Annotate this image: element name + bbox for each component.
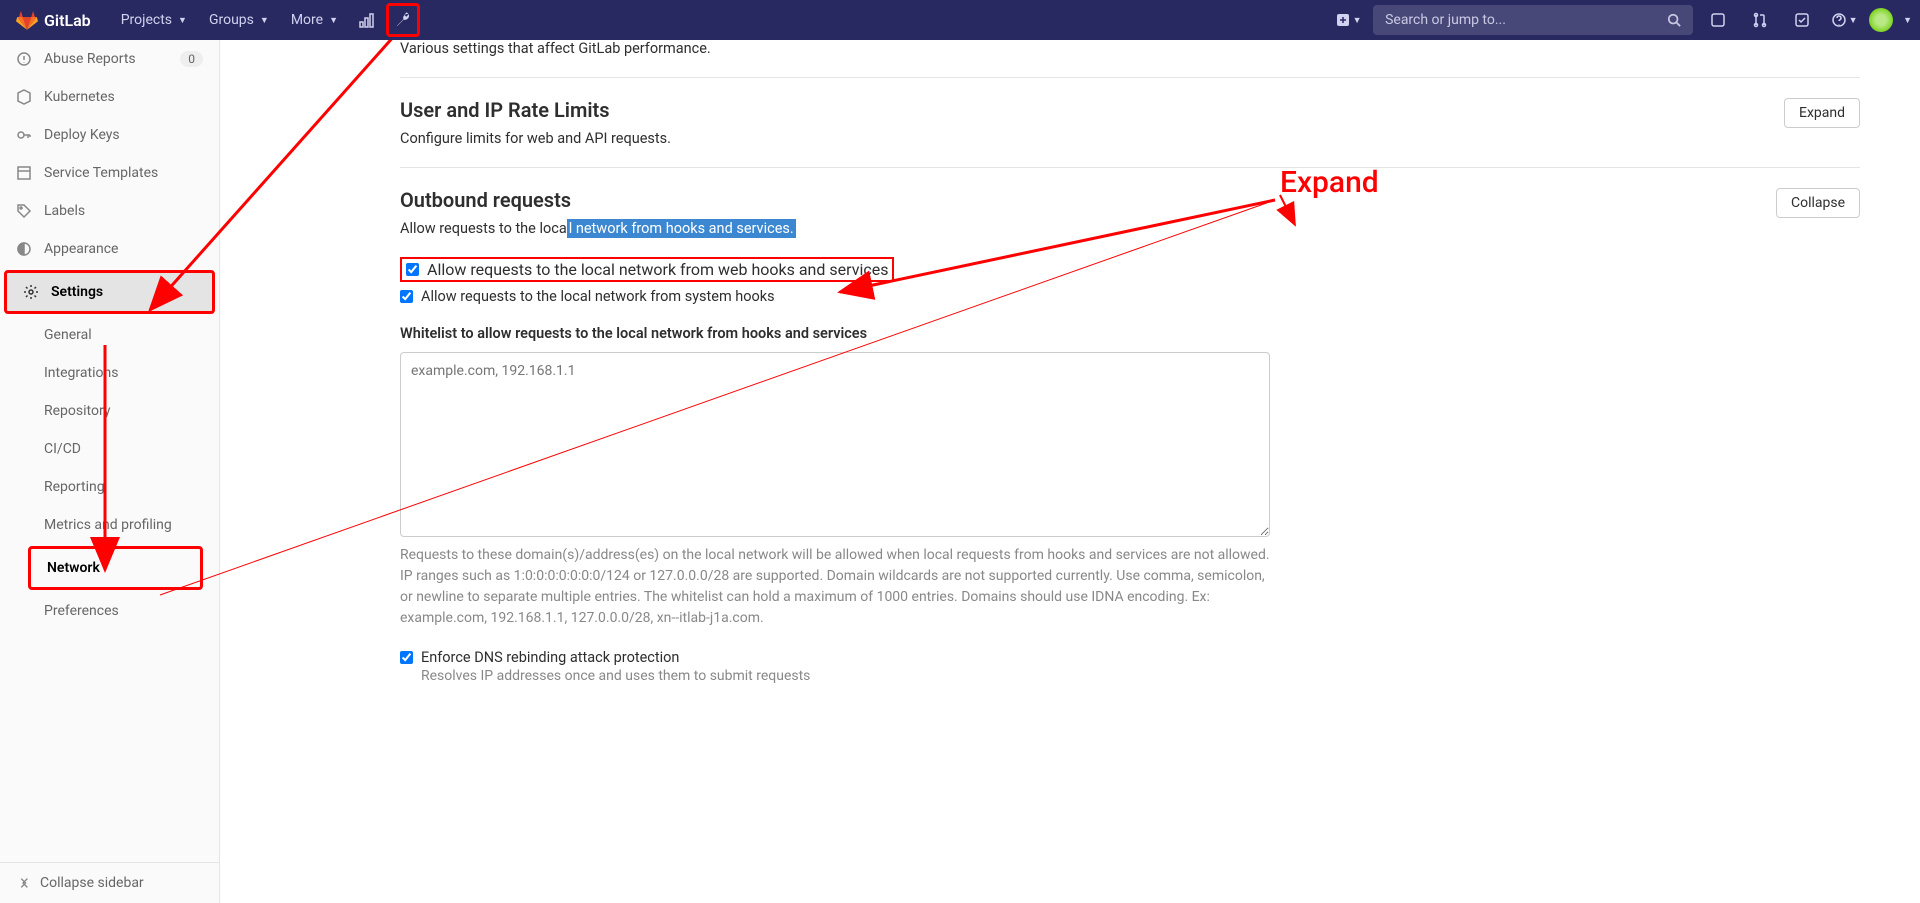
checkbox-allow-web-hooks[interactable] [406, 263, 419, 276]
user-avatar[interactable] [1869, 8, 1893, 32]
section-performance: Various settings that affect GitLab perf… [400, 40, 1860, 78]
sidebar-item-label: Kubernetes [44, 89, 115, 105]
sidebar-item-deploy-keys[interactable]: Deploy Keys [0, 116, 219, 154]
key-icon [16, 127, 32, 143]
collapse-sidebar[interactable]: Collapse sidebar [0, 862, 219, 903]
section-title: Outbound requests [400, 188, 796, 212]
activity-icon[interactable] [350, 3, 384, 37]
kubernetes-icon [16, 89, 32, 105]
sidebar-item-kubernetes[interactable]: Kubernetes [0, 78, 219, 116]
sidebar-item-abuse-reports[interactable]: Abuse Reports 0 [0, 40, 219, 78]
highlighted-text: l network from hooks and services. [567, 219, 796, 238]
sidebar-sub-preferences[interactable]: Preferences [0, 592, 219, 630]
checkbox-dns-rebinding[interactable] [400, 651, 413, 664]
sidebar-item-labels[interactable]: Labels [0, 192, 219, 230]
sidebar-sub-reporting[interactable]: Reporting [0, 468, 219, 506]
help-icon[interactable]: ▼ [1827, 3, 1861, 37]
whitelist-textarea[interactable] [400, 352, 1270, 537]
appearance-icon [16, 241, 32, 257]
chevron-down-icon: ▼ [260, 15, 269, 26]
merge-requests-icon[interactable] [1743, 3, 1777, 37]
sidebar-sub-cicd[interactable]: CI/CD [0, 430, 219, 468]
collapse-button[interactable]: Collapse [1776, 188, 1860, 218]
section-desc: Configure limits for web and API request… [400, 130, 671, 147]
sidebar-item-label: Settings [51, 284, 103, 300]
section-outbound-requests: Outbound requests Allow requests to the … [400, 168, 1860, 704]
gear-icon [23, 284, 39, 300]
sidebar-item-label: Abuse Reports [44, 51, 136, 67]
search-input[interactable] [1385, 12, 1667, 28]
label-icon [16, 203, 32, 219]
nav-groups[interactable]: Groups▼ [199, 6, 279, 34]
collapse-icon [16, 876, 30, 890]
whitelist-help: Requests to these domain(s)/address(es) … [400, 545, 1270, 629]
sidebar-item-settings[interactable]: Settings [4, 270, 215, 314]
highlighted-checkbox-row: Allow requests to the local network from… [400, 257, 894, 282]
section-title: User and IP Rate Limits [400, 98, 671, 122]
search-icon [1667, 13, 1681, 27]
sidebar-item-label: Labels [44, 203, 85, 219]
sidebar-sub-network[interactable]: Network [28, 546, 203, 590]
todos-icon[interactable] [1785, 3, 1819, 37]
topbar-right: ▼ ▼ ▼ [1331, 3, 1912, 37]
chevron-down-icon: ▼ [178, 15, 187, 26]
primary-nav: Projects▼ Groups▼ More▼ [111, 3, 420, 37]
checkbox-label: Allow requests to the local network from… [421, 288, 775, 305]
sidebar-item-label: Deploy Keys [44, 127, 120, 143]
sidebar-sub-general[interactable]: General [0, 316, 219, 354]
chevron-down-icon: ▼ [1903, 15, 1912, 26]
search-box[interactable] [1373, 5, 1693, 35]
chevron-down-icon: ▼ [329, 15, 338, 26]
brand-name: GitLab [44, 11, 91, 30]
section-desc: Various settings that affect GitLab perf… [400, 40, 711, 57]
checkbox-label: Allow requests to the local network from… [427, 260, 888, 279]
section-desc: Allow requests to the local network from… [400, 220, 796, 237]
issues-icon[interactable] [1701, 3, 1735, 37]
nav-projects[interactable]: Projects▼ [111, 6, 197, 34]
admin-wrench-icon[interactable] [386, 3, 420, 37]
template-icon [16, 165, 32, 181]
chevron-down-icon: ▼ [1849, 15, 1858, 26]
section-rate-limits: User and IP Rate Limits Configure limits… [400, 78, 1860, 168]
gitlab-icon [16, 9, 38, 31]
gitlab-logo[interactable]: GitLab [8, 9, 99, 31]
abuse-icon [16, 51, 32, 67]
checkbox-label: Enforce DNS rebinding attack protection [421, 649, 679, 666]
sidebar-sub-repository[interactable]: Repository [0, 392, 219, 430]
sidebar-item-service-templates[interactable]: Service Templates [0, 154, 219, 192]
nav-more[interactable]: More▼ [281, 6, 348, 34]
top-navbar: GitLab Projects▼ Groups▼ More▼ ▼ ▼ ▼ [0, 0, 1920, 40]
whitelist-label: Whitelist to allow requests to the local… [400, 325, 1860, 342]
sidebar-item-label: Service Templates [44, 165, 158, 181]
checkbox-allow-system-hooks[interactable] [400, 290, 413, 303]
sidebar-sub-metrics[interactable]: Metrics and profiling [0, 506, 219, 544]
annotation-expand-label: Expand [1280, 165, 1379, 200]
dns-help: Resolves IP addresses once and uses them… [421, 668, 1860, 684]
admin-sidebar: Abuse Reports 0 Kubernetes Deploy Keys S… [0, 40, 220, 903]
sidebar-item-appearance[interactable]: Appearance [0, 230, 219, 268]
sidebar-sub-integrations[interactable]: Integrations [0, 354, 219, 392]
abuse-badge: 0 [180, 51, 203, 67]
plus-icon[interactable]: ▼ [1331, 3, 1365, 37]
expand-button[interactable]: Expand [1784, 98, 1860, 128]
main-content: Various settings that affect GitLab perf… [220, 40, 1920, 903]
chevron-down-icon: ▼ [1353, 15, 1362, 26]
sidebar-item-label: Appearance [44, 241, 118, 257]
